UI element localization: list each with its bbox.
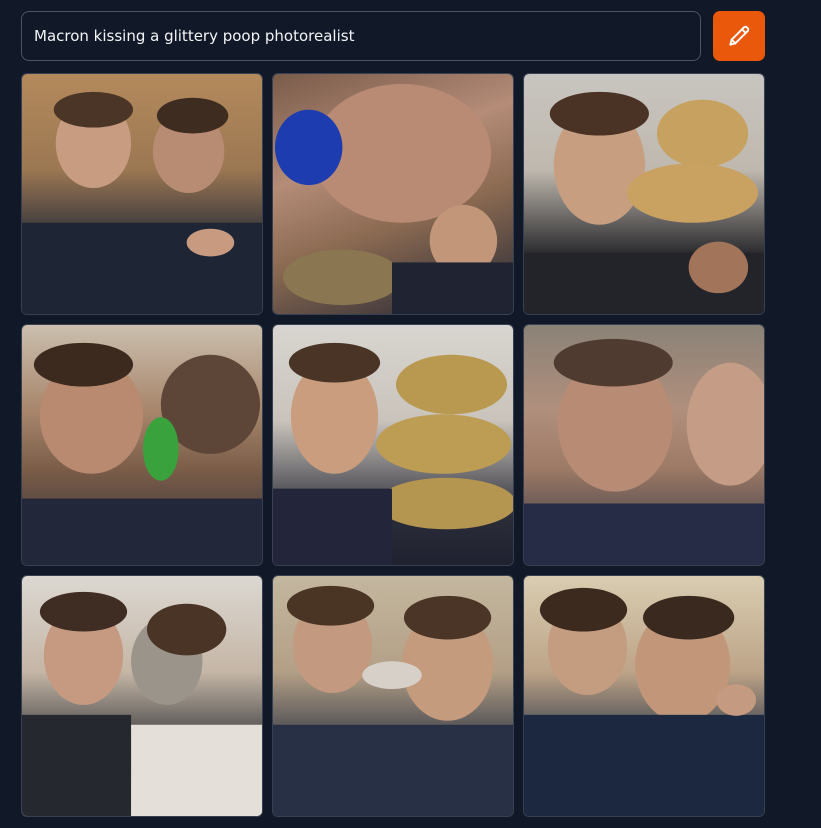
image-placeholder xyxy=(524,338,764,565)
image-placeholder xyxy=(273,585,513,816)
edit-prompt-button[interactable] xyxy=(713,11,765,61)
image-placeholder xyxy=(273,342,513,565)
image-placeholder xyxy=(22,91,262,314)
generated-image-2[interactable] xyxy=(272,73,514,315)
generated-image-3[interactable] xyxy=(523,73,765,315)
generated-image-1[interactable] xyxy=(21,73,263,315)
app-window: Macron kissing a glittery poop photoreal… xyxy=(0,0,821,828)
generated-image-4[interactable] xyxy=(21,324,263,566)
generated-images-grid xyxy=(21,73,765,818)
generated-image-7[interactable] xyxy=(21,575,263,817)
prompt-bar: Macron kissing a glittery poop photoreal… xyxy=(21,11,766,61)
image-placeholder xyxy=(22,591,262,816)
pencil-icon xyxy=(726,23,752,49)
image-placeholder xyxy=(524,587,764,816)
generated-image-9[interactable] xyxy=(523,575,765,817)
generated-image-8[interactable] xyxy=(272,575,514,817)
image-placeholder xyxy=(524,91,764,314)
generated-image-6[interactable] xyxy=(523,324,765,566)
image-placeholder xyxy=(22,342,262,565)
prompt-input[interactable]: Macron kissing a glittery poop photoreal… xyxy=(21,11,701,61)
generated-image-5[interactable] xyxy=(272,324,514,566)
image-placeholder xyxy=(274,83,513,314)
